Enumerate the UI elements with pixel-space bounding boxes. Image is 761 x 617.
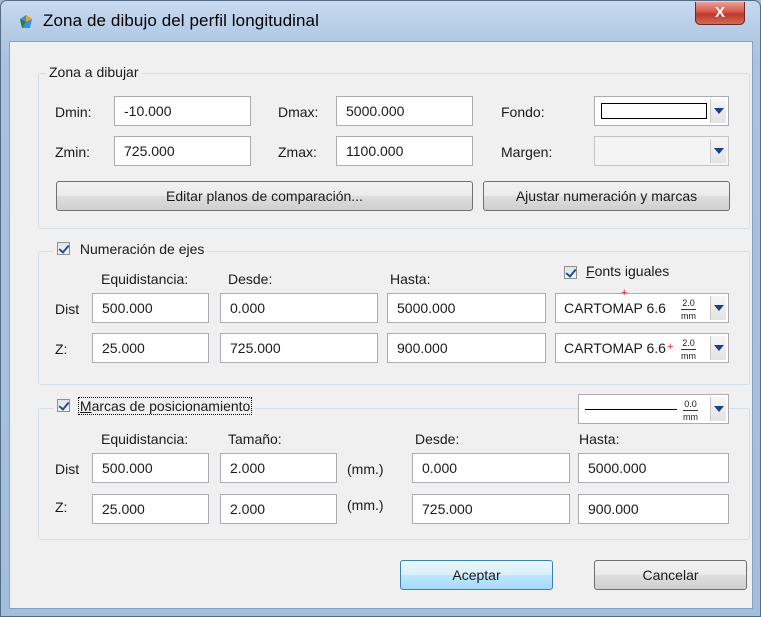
mar-z-tamano-input[interactable]: 2.000 (220, 494, 337, 524)
fonts-iguales-label: Fonts iguales (586, 263, 670, 279)
title-bar[interactable]: Zona de dibujo del perfil longitudinal X (1, 1, 760, 41)
dialog-client-area: Zona a dibujar Dmin: -10.000 Dmax: 5000.… (9, 41, 753, 609)
num-dist-font-combo[interactable]: CARTOMAP 6.6 + 2.0 mm (555, 288, 729, 323)
fonts-iguales-checkbox[interactable] (564, 266, 577, 279)
mar-col-tamano: Tamaño: (228, 431, 282, 447)
app-icon (20, 15, 32, 28)
chevron-down-icon[interactable] (710, 99, 726, 123)
num-row-z-label: Z: (55, 341, 68, 357)
num-z-desde-input[interactable]: 725.000 (220, 333, 378, 363)
mar-z-unit: (mm.) (347, 497, 384, 513)
chevron-down-icon[interactable] (710, 139, 726, 163)
marcas-line-combo[interactable]: 0.0 mm (578, 394, 729, 424)
num-z-font-name: CARTOMAP 6.6 (564, 340, 666, 356)
mar-dist-tamano-input[interactable]: 2.000 (220, 453, 337, 483)
num-dist-font-size: 2.0 mm (681, 298, 696, 321)
mar-dist-hasta-input[interactable]: 5000.000 (578, 453, 729, 483)
zmax-input[interactable]: 1100.000 (336, 136, 473, 166)
font-position-marker: + (621, 287, 628, 299)
zona-legend: Zona a dibujar (46, 64, 142, 80)
chevron-down-icon[interactable] (710, 296, 726, 320)
numeracion-checkbox[interactable] (57, 242, 70, 255)
marcas-line-size: 0.0 mm (683, 399, 698, 422)
cancel-button[interactable]: Cancelar (594, 560, 747, 590)
marcas-legend-wrap: Marcas de posicionamiento (53, 397, 256, 415)
mar-z-desde-input[interactable]: 725.000 (412, 494, 570, 524)
num-dist-desde-input[interactable]: 0.000 (220, 293, 378, 323)
numeracion-legend-wrap: Numeración de ejes (53, 241, 208, 257)
window-title: Zona de dibujo del perfil longitudinal (43, 11, 319, 30)
zmax-label: Zmax: (278, 144, 317, 160)
chevron-down-icon[interactable] (710, 336, 726, 360)
accept-button[interactable]: Aceptar (400, 560, 553, 590)
num-z-equidistancia-input[interactable]: 25.000 (92, 333, 209, 363)
dialog-window: Zona de dibujo del perfil longitudinal X… (0, 0, 761, 617)
num-row-dist-label: Dist (55, 301, 80, 317)
fondo-color-swatch (601, 103, 707, 119)
zmin-input[interactable]: 725.000 (114, 136, 251, 166)
mar-row-z-label: Z: (55, 499, 68, 515)
margen-label: Margen: (501, 144, 553, 160)
dmax-label: Dmax: (278, 104, 319, 120)
num-col-hasta: Hasta: (390, 271, 431, 287)
margen-combo[interactable] (594, 136, 729, 166)
mar-dist-equidistancia-input[interactable]: 500.000 (92, 453, 209, 483)
num-z-hasta-input[interactable]: 900.000 (387, 333, 546, 363)
num-col-equidistancia: Equidistancia: (101, 271, 189, 287)
editar-planos-button[interactable]: Editar planos de comparación... (56, 181, 473, 211)
marcas-checkbox[interactable] (57, 399, 70, 412)
fondo-label: Fondo: (501, 104, 545, 120)
mar-row-dist-label: Dist (55, 461, 80, 477)
fondo-color-combo[interactable] (594, 96, 729, 126)
dmin-input[interactable]: -10.000 (114, 96, 251, 126)
zmin-label: Zmin: (55, 144, 90, 160)
mar-dist-desde-input[interactable]: 0.000 (412, 453, 570, 483)
num-z-font-size: 2.0 mm (681, 338, 696, 361)
font-position-marker: + (667, 341, 674, 353)
num-z-font-combo[interactable]: CARTOMAP 6.6 + 2.0 mm (555, 333, 729, 363)
mar-col-equidistancia: Equidistancia: (101, 431, 189, 447)
mar-col-desde: Desde: (415, 431, 460, 447)
close-button[interactable]: X (695, 2, 745, 25)
mar-dist-unit: (mm.) (347, 461, 384, 477)
chevron-down-icon[interactable] (710, 397, 726, 421)
mar-col-hasta: Hasta: (579, 431, 620, 447)
num-dist-equidistancia-input[interactable]: 500.000 (92, 293, 209, 323)
dmax-input[interactable]: 5000.000 (336, 96, 473, 126)
mar-z-hasta-input[interactable]: 900.000 (578, 494, 729, 524)
dmin-label: Dmin: (55, 104, 92, 120)
num-dist-font-name: CARTOMAP 6.6 (564, 300, 666, 316)
ajustar-numeracion-button[interactable]: Ajustar numeración y marcas (483, 181, 730, 211)
num-col-desde: Desde: (228, 271, 273, 287)
num-dist-hasta-input[interactable]: 5000.000 (387, 293, 546, 323)
marcas-legend: Marcas de posicionamiento (77, 397, 253, 415)
numeracion-legend: Numeración de ejes (79, 241, 205, 257)
line-style-sample (585, 409, 677, 410)
mar-z-equidistancia-input[interactable]: 25.000 (92, 494, 209, 524)
close-icon: X (714, 4, 725, 21)
